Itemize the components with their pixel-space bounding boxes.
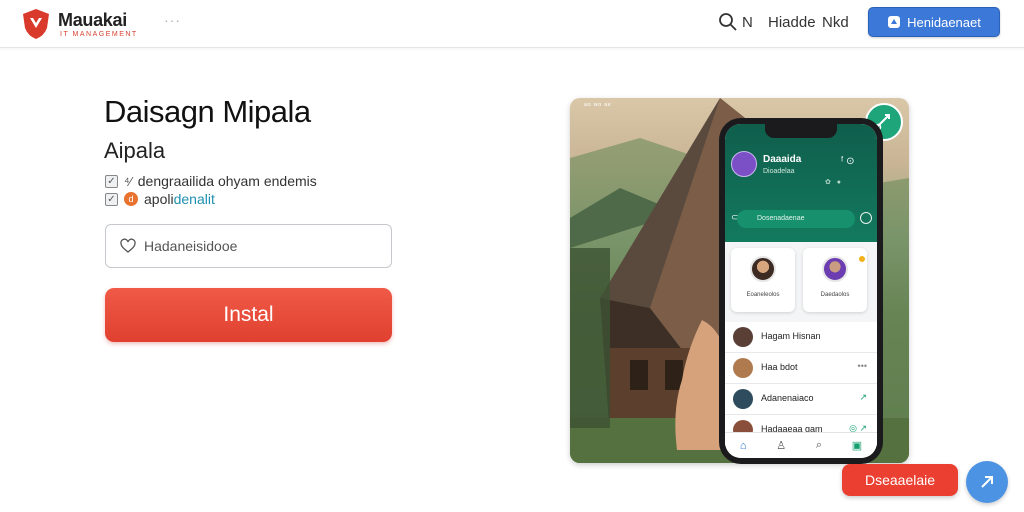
arrow-icon[interactable]: ↗ [859,392,867,403]
hero-caption: ᵃᵒ ʷᵒ ᵃᵉ [584,101,612,110]
phone-tab-bar: ⌂ ♙ ⌕ ▣ [725,432,877,458]
top-header: Mauakai IT MANAGEMENT ··· N Hiadde Nkd H… [0,0,1024,48]
feature-check-2[interactable]: ✓ d apolidenalit [105,190,215,208]
more-icon[interactable]: ••• [858,361,867,371]
contact-name: Daedaolos [820,292,850,298]
contact-name: Eoaneleolos [746,292,780,298]
status-dot [859,256,865,262]
feature-extra-icon: ⁴⁄ [124,173,132,189]
feature-badge-icon: d [124,192,138,206]
page-subtitle: Aipala [104,138,166,163]
email-input[interactable]: Hadaneisidooe [105,224,392,268]
feature-text: apoli [144,191,174,207]
contact-card[interactable]: Daedaolos [803,248,867,312]
heart-icon [120,238,136,253]
chat-pill-button[interactable]: Dseaaelaie [842,464,958,496]
list-item[interactable]: Adanenaiaco ↗ [725,384,877,415]
avatar [750,256,776,282]
feature-text: dengraailida ohyam endemis [137,173,317,189]
list-item[interactable]: Hagam Hisnan [725,322,877,353]
app-badge-icon [888,16,901,28]
app-subtitle: Dioadelaa [763,168,795,175]
input-placeholder: Hadaneisidooe [144,238,238,254]
list-item-name: Haa bdot [761,362,798,372]
feature-check-1[interactable]: ✓ ⁴⁄ dengraailida ohyam endemis [105,172,317,190]
list-item-name: Adanenaiaco [761,393,814,403]
search-icon[interactable]: ⌕ [816,439,822,452]
feature-accent-text: denalit [173,191,215,207]
list-item[interactable]: Haa bdot ••• [725,353,877,384]
avatar [733,358,753,378]
install-button[interactable]: Instal [105,288,392,342]
phone-notch [765,124,837,138]
app-tools-icon[interactable]: ᶠ ⊙ [841,156,854,167]
page-title: Daisagn Mipala [104,94,311,129]
app-search-input[interactable]: Dosenadaenae [737,210,855,228]
profile-icon[interactable]: ♙ [776,439,786,452]
app-logo-icon [731,151,757,177]
header-cta-label: Henidaenaet [907,14,981,30]
nav-item-hiadde[interactable]: Hiadde [768,14,816,31]
search-icon[interactable] [718,12,738,32]
nav-item-n[interactable]: N [742,14,753,31]
phone-mockup: Daaaida Dioadelaa ᶠ ⊙ ✿ ● ⊂ Dosenadaenae… [719,118,883,464]
app-header: Daaaida Dioadelaa ᶠ ⊙ ✿ ● ⊂ Dosenadaenae [725,124,877,242]
list-item-name: Hagam Hisnan [761,331,821,341]
checkbox-icon[interactable]: ✓ [105,174,118,188]
nav-item-nkd[interactable]: Nkd [822,14,849,31]
more-dots-icon[interactable]: ··· [164,12,181,28]
shield-logo-icon[interactable] [22,8,50,40]
home-icon[interactable]: ⌂ [740,440,747,452]
help-icon [981,476,993,488]
brand-tagline: IT MANAGEMENT [60,31,138,38]
chat-icon[interactable]: ▣ [852,439,862,452]
avatar [733,327,753,347]
chat-launcher-button[interactable] [966,461,1008,503]
app-status-icons: ✿ ● [825,179,844,186]
contact-list: Hagam Hisnan Haa bdot ••• Adanenaiaco ↗ … [725,322,877,446]
header-cta-button[interactable]: Henidaenaet [868,7,1000,37]
avatar [822,256,848,282]
checkbox-icon[interactable]: ✓ [105,192,118,206]
avatar [733,389,753,409]
phone-screen: Daaaida Dioadelaa ᶠ ⊙ ✿ ● ⊂ Dosenadaenae… [725,124,877,458]
app-title: Daaaida [763,154,802,165]
contact-card[interactable]: Eoaneleolos [731,248,795,312]
brand-name[interactable]: Mauakai [58,10,127,31]
filter-icon[interactable] [860,212,872,224]
